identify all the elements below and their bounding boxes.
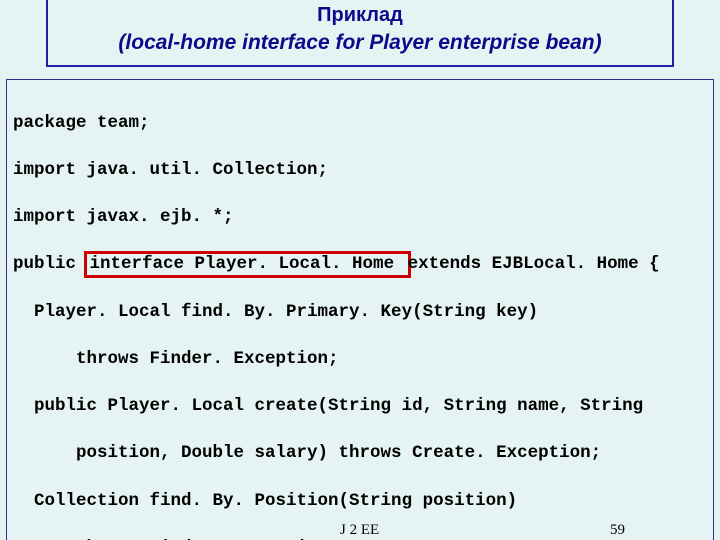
code-line: Player. Local find. By. Primary. Key(Str…: [13, 301, 707, 325]
code-line: package team;: [13, 112, 707, 136]
footer-label: J 2 EE: [340, 522, 379, 539]
code-line: throws Finder. Exception;: [13, 348, 707, 372]
code-box: package team; import java. util. Collect…: [6, 79, 714, 540]
code-line: import java. util. Collection;: [13, 159, 707, 183]
code-line: public interface Player. Local. Home ext…: [13, 253, 707, 277]
slide-subtitle: (local-home interface for Player enterpr…: [48, 27, 672, 63]
highlight-box: interface Player. Local. Home: [84, 251, 411, 278]
code-text: extends EJBLocal. Home {: [408, 254, 660, 274]
code-line: position, Double salary) throws Create. …: [13, 442, 707, 466]
code-text: public: [13, 254, 87, 274]
code-block: package team; import java. util. Collect…: [13, 88, 707, 540]
title-box: Приклад (local-home interface for Player…: [46, 0, 674, 67]
slide-title: Приклад: [48, 0, 672, 27]
highlighted-text: interface Player. Local. Home: [90, 254, 405, 274]
code-line: public Player. Local create(String id, S…: [13, 395, 707, 419]
page-number: 59: [610, 522, 625, 539]
slide: Приклад (local-home interface for Player…: [0, 0, 720, 540]
code-line: Collection find. By. Position(String pos…: [13, 490, 707, 514]
code-line: import javax. ejb. *;: [13, 206, 707, 230]
